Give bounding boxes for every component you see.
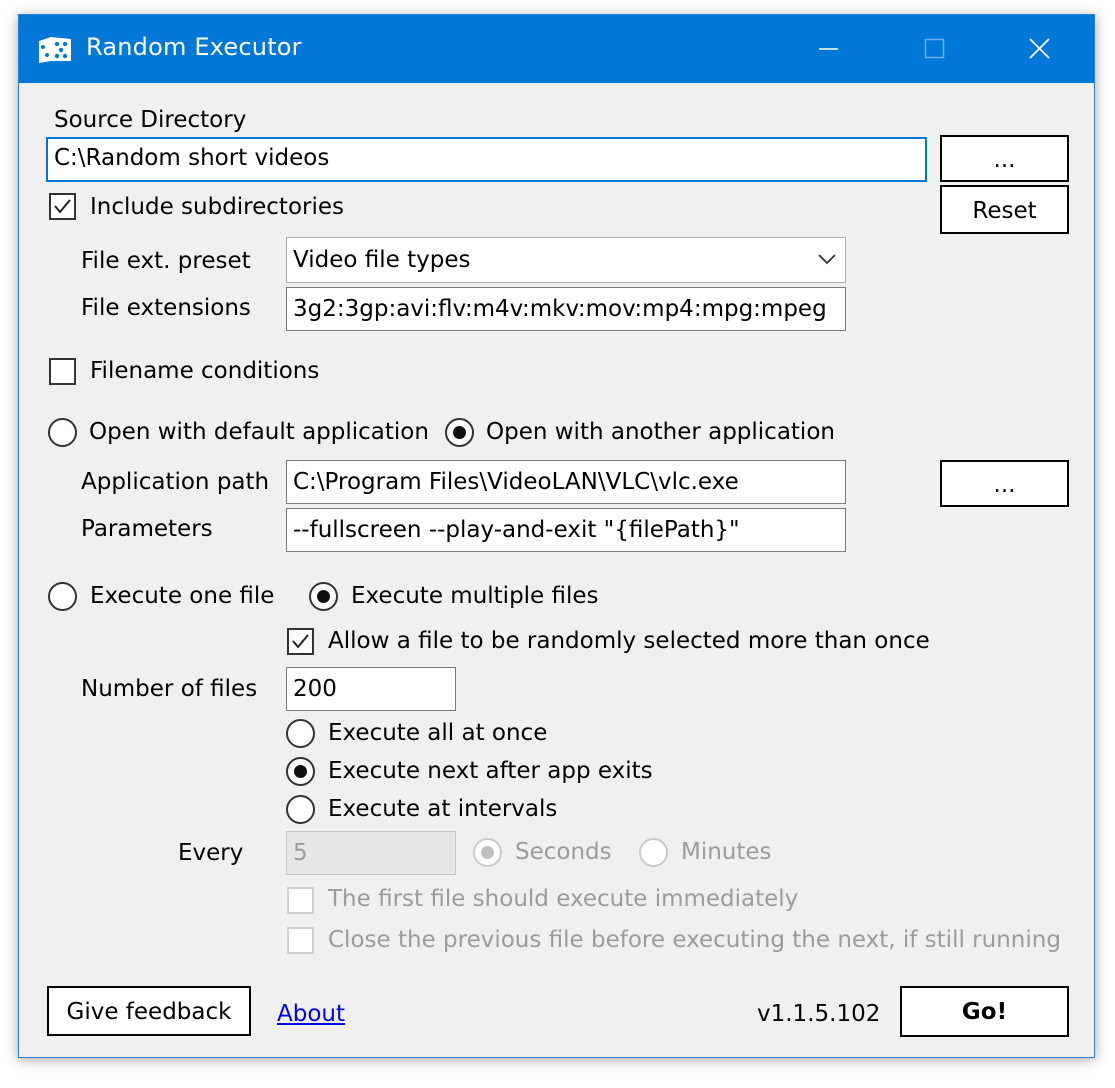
number-of-files-label: Number of files	[81, 676, 258, 702]
application-path-label: Application path	[81, 469, 270, 495]
open-another-label: Open with another application	[486, 419, 835, 445]
reset-button[interactable]: Reset	[940, 185, 1069, 234]
parameters-input[interactable]: --fullscreen --play-and-exit "{filePath}…	[286, 508, 846, 552]
seconds-label: Seconds	[515, 839, 612, 865]
close-previous-checkbox[interactable]	[287, 927, 314, 954]
include-subdirectories-label: Include subdirectories	[90, 194, 344, 220]
allow-repeat-checkbox[interactable]	[287, 628, 314, 655]
file-extensions-input[interactable]: 3g2:3gp:avi:flv:m4v:mkv:mov:mp4:mpg:mpeg	[286, 287, 846, 331]
about-link[interactable]: About	[277, 1000, 345, 1028]
execute-all-at-once-label: Execute all at once	[328, 720, 548, 746]
execute-next-after-exit-radio[interactable]	[286, 757, 315, 786]
application-browse-button[interactable]: ...	[940, 460, 1069, 507]
open-another-radio[interactable]	[445, 418, 474, 447]
execute-at-intervals-radio[interactable]	[286, 795, 315, 824]
close-icon	[1029, 38, 1050, 59]
open-default-radio[interactable]	[48, 418, 77, 447]
minutes-label: Minutes	[681, 839, 772, 865]
give-feedback-button[interactable]: Give feedback	[47, 986, 251, 1036]
filename-conditions-checkbox[interactable]	[49, 358, 76, 385]
version-label: v1.1.5.102	[757, 1001, 881, 1027]
execute-next-after-exit-label: Execute next after app exits	[328, 758, 653, 784]
source-browse-button[interactable]: ...	[940, 135, 1069, 182]
source-directory-input[interactable]: C:\Random short videos	[46, 137, 927, 182]
go-button[interactable]: Go!	[900, 986, 1069, 1037]
minutes-radio[interactable]	[639, 838, 668, 867]
first-immediate-checkbox[interactable]	[287, 887, 314, 914]
file-ext-preset-value: Video file types	[293, 247, 471, 273]
checkmark-icon	[292, 634, 309, 649]
execute-one-radio[interactable]	[48, 582, 77, 611]
execute-at-intervals-label: Execute at intervals	[328, 796, 558, 822]
minimize-button[interactable]	[776, 15, 881, 83]
title-bar[interactable]: Random Executor	[19, 15, 1094, 83]
file-ext-preset-label: File ext. preset	[81, 248, 251, 274]
open-default-label: Open with default application	[89, 419, 429, 445]
first-immediate-label: The first file should execute immediatel…	[328, 886, 799, 912]
window-title: Random Executor	[86, 33, 302, 61]
execute-one-label: Execute one file	[90, 583, 275, 609]
maximize-button[interactable]	[881, 15, 986, 83]
allow-repeat-label: Allow a file to be randomly selected mor…	[328, 628, 930, 654]
execute-all-at-once-radio[interactable]	[286, 719, 315, 748]
include-subdirectories-checkbox[interactable]	[49, 193, 76, 220]
close-previous-label: Close the previous file before executing…	[328, 927, 1061, 953]
chevron-down-icon	[818, 254, 836, 265]
filename-conditions-label: Filename conditions	[90, 358, 320, 384]
file-extensions-label: File extensions	[81, 295, 251, 321]
seconds-radio[interactable]	[473, 838, 502, 867]
app-window: Random Executor Source Directory C:\Rand…	[18, 14, 1095, 1058]
minimize-icon	[819, 48, 838, 50]
every-label: Every	[178, 840, 244, 866]
number-of-files-input[interactable]: 200	[286, 667, 456, 711]
close-button[interactable]	[986, 15, 1091, 83]
maximize-icon	[924, 38, 945, 59]
dice-icon	[39, 37, 71, 63]
application-path-input[interactable]: C:\Program Files\VideoLAN\VLC\vlc.exe	[286, 460, 846, 504]
file-ext-preset-dropdown[interactable]: Video file types	[286, 237, 846, 283]
execute-multiple-radio[interactable]	[309, 582, 338, 611]
parameters-label: Parameters	[81, 516, 213, 542]
interval-input[interactable]: 5	[286, 831, 456, 875]
execute-multiple-label: Execute multiple files	[351, 583, 599, 609]
source-directory-label: Source Directory	[54, 107, 247, 133]
checkmark-icon	[54, 199, 71, 214]
